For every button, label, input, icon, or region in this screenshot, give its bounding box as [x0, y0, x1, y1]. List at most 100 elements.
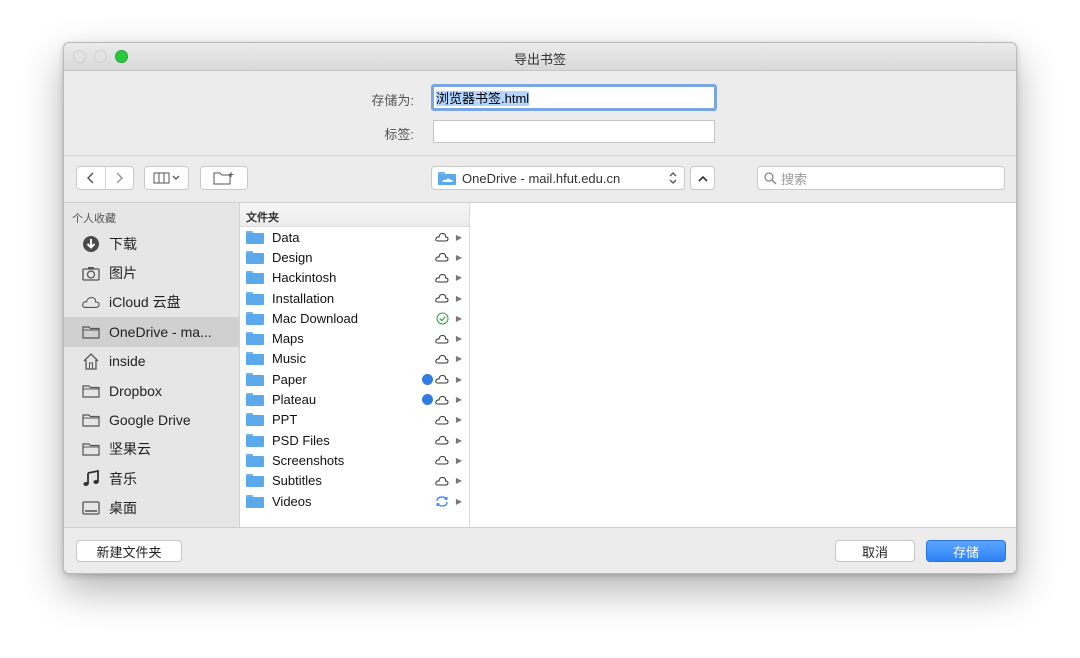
sidebar: 个人收藏 下载 图片 iCloud 云盘 OneDrive - ma... in…: [64, 203, 240, 527]
folder-row[interactable]: Screenshots ▶: [240, 450, 469, 470]
folder-icon: [82, 323, 100, 341]
checkmark-circle-icon: [436, 312, 449, 325]
sidebar-item-desktop[interactable]: 桌面: [64, 494, 239, 523]
save-as-label: 存储为:: [371, 93, 414, 108]
folder-icon: [246, 413, 264, 427]
sync-status: [422, 373, 449, 385]
sync-status: [435, 415, 449, 425]
disclosure-arrow-icon: ▶: [455, 435, 462, 445]
sidebar-item-downloads[interactable]: 下载: [64, 229, 239, 258]
sidebar-item-dropbox[interactable]: Dropbox: [64, 376, 239, 405]
folder-icon: [82, 382, 100, 400]
sync-status: [435, 354, 449, 364]
sidebar-item-label: 桌面: [109, 500, 137, 517]
cloud-icon: [435, 436, 449, 445]
location-popup[interactable]: OneDrive - mail.hfut.edu.cn: [431, 166, 685, 190]
preview-pane: [470, 203, 1016, 527]
sidebar-item-google-drive[interactable]: Google Drive: [64, 405, 239, 434]
blue-tag-dot: [422, 373, 433, 385]
cloud-icon: [435, 476, 449, 486]
cloud-icon: [435, 395, 449, 405]
sync-status: [435, 293, 449, 303]
sync-status: [435, 273, 449, 283]
folder-icon: [246, 311, 264, 325]
disclosure-arrow-icon: ▶: [455, 232, 462, 242]
folder-row[interactable]: Plateau ▶: [240, 389, 469, 409]
chevron-up-icon: [697, 175, 708, 182]
disclosure-arrow-icon: ▶: [455, 273, 462, 283]
sidebar-item-home[interactable]: inside: [64, 347, 239, 376]
disclosure-arrow-icon: ▶: [455, 476, 462, 486]
window-title: 导出书签: [513, 52, 566, 67]
save-button[interactable]: 存储: [926, 540, 1006, 562]
sync-status: [435, 455, 449, 465]
new-folder-icon: [213, 172, 234, 185]
back-button[interactable]: [77, 167, 105, 189]
browser-toolbar: OneDrive - mail.hfut.edu.cn 搜索: [64, 155, 1016, 203]
disclosure-arrow-icon: ▶: [455, 455, 462, 465]
sidebar-item-icloud[interactable]: iCloud 云盘: [64, 288, 239, 317]
folder-row[interactable]: Videos ▶: [240, 491, 469, 511]
folder-row[interactable]: Music ▶: [240, 349, 469, 369]
sidebar-item-label: Dropbox: [109, 382, 162, 399]
sidebar-item-label: 坚果云: [109, 441, 151, 458]
sidebar-item-label: 下载: [109, 235, 137, 252]
sync-status: [435, 232, 449, 242]
folder-row[interactable]: Maps ▶: [240, 328, 469, 348]
expand-collapse-button[interactable]: [690, 166, 715, 190]
folder-row[interactable]: PSD Files ▶: [240, 430, 469, 450]
folder-row[interactable]: Design ▶: [240, 247, 469, 267]
new-folder-toolbar-button[interactable]: [200, 166, 248, 190]
folder-row[interactable]: Subtitles ▶: [240, 471, 469, 491]
chevron-right-icon: [116, 172, 124, 184]
folder-icon: [82, 411, 100, 429]
search-icon: [764, 171, 777, 185]
cancel-button[interactable]: 取消: [835, 540, 915, 562]
folder-row[interactable]: PPT ▶: [240, 410, 469, 430]
search-field[interactable]: 搜索: [757, 166, 1005, 190]
disclosure-arrow-icon: ▶: [455, 374, 462, 384]
sidebar-item-onedrive[interactable]: OneDrive - ma...: [64, 317, 239, 347]
save-as-field[interactable]: 浏览器书签.html: [431, 84, 717, 111]
folder-icon: [246, 230, 264, 244]
folder-icon: [246, 271, 264, 285]
sidebar-item-music[interactable]: 音乐: [64, 464, 239, 493]
folder-row[interactable]: Data ▶: [240, 227, 469, 247]
forward-button[interactable]: [104, 167, 134, 189]
sidebar-item-label: OneDrive - ma...: [109, 323, 212, 340]
cloud-icon: [435, 415, 449, 425]
sidebar-item-jianguoyun[interactable]: 坚果云: [64, 435, 239, 464]
folder-row[interactable]: Installation ▶: [240, 288, 469, 308]
save-dialog: 导出书签 存储为: 浏览器书签.html 标签: OneDrive - mail…: [63, 42, 1017, 574]
sync-status: [435, 495, 449, 508]
sync-status: [436, 312, 449, 325]
tags-field[interactable]: [433, 120, 715, 143]
disclosure-arrow-icon: ▶: [455, 293, 462, 303]
folder-icon: [246, 453, 264, 467]
sidebar-item-label: 图片: [109, 265, 137, 282]
view-mode-button[interactable]: [144, 166, 189, 190]
download-icon: [82, 235, 100, 253]
folder-list: Data ▶ Design ▶ Hackintosh ▶ Installation ▶ Mac …: [240, 227, 469, 511]
sidebar-item-label: Google Drive: [109, 412, 191, 429]
columns-view-icon: [153, 172, 179, 184]
folder-row[interactable]: Hackintosh ▶: [240, 268, 469, 288]
folder-row[interactable]: Paper ▶: [240, 369, 469, 389]
cloud-icon: [435, 273, 449, 283]
folder-icon: [246, 250, 264, 264]
tags-label: 标签:: [384, 127, 414, 142]
sync-status: [435, 476, 449, 486]
new-folder-button[interactable]: 新建文件夹: [76, 540, 182, 562]
sidebar-item-label: 音乐: [109, 470, 137, 487]
folder-icon: [246, 433, 264, 447]
folder-icon: [246, 393, 264, 407]
home-icon: [82, 352, 100, 370]
disclosure-arrow-icon: ▶: [455, 313, 462, 323]
sync-icon: [436, 495, 448, 507]
sync-status: [435, 252, 449, 262]
sidebar-header-favorites: 个人收藏: [72, 213, 116, 225]
folder-row[interactable]: Mac Download ▶: [240, 308, 469, 328]
sidebar-item-label: iCloud 云盘: [109, 294, 181, 311]
folder-icon: [246, 291, 264, 305]
sidebar-item-pictures[interactable]: 图片: [64, 258, 239, 287]
